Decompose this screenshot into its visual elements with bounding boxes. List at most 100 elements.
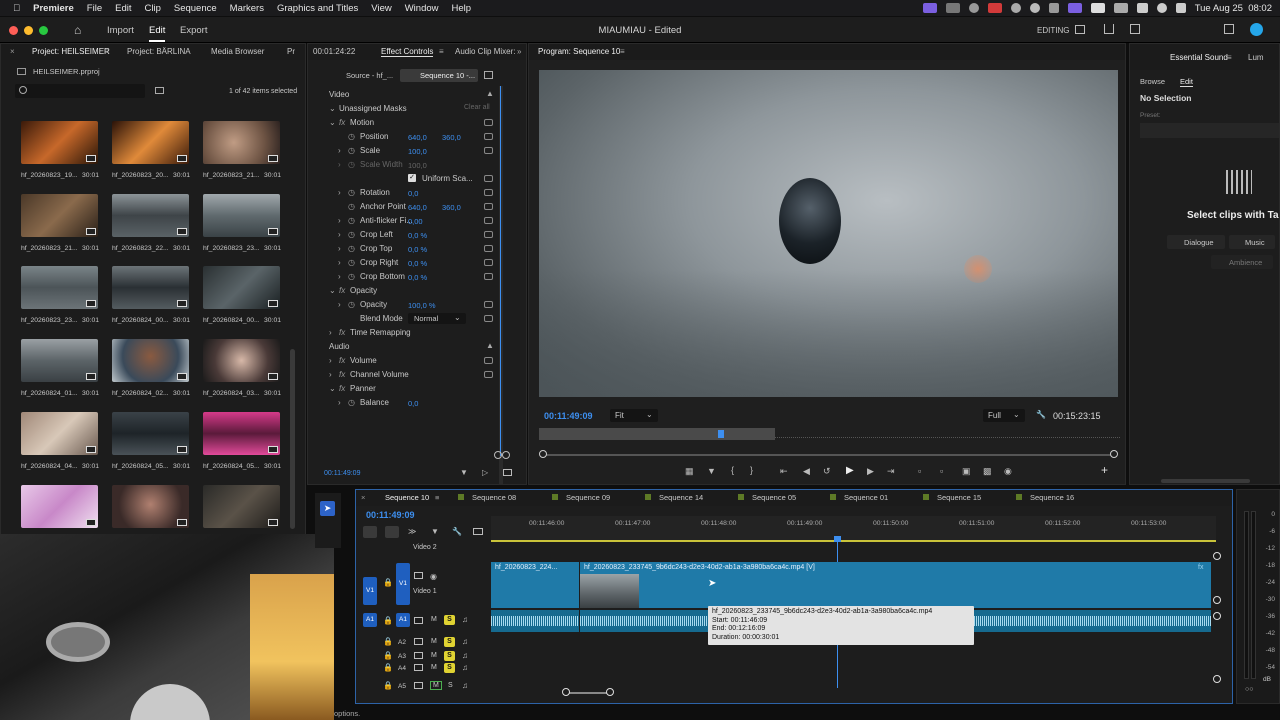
step-back-icon[interactable]: ◀ bbox=[803, 466, 810, 477]
chevron-right-icon[interactable]: › bbox=[338, 230, 341, 239]
sequence-tab[interactable]: Sequence 10 -... bbox=[400, 69, 478, 82]
program-playhead[interactable] bbox=[718, 430, 724, 438]
stopwatch-icon[interactable]: ◷ bbox=[348, 230, 355, 239]
fx-icon[interactable]: fx bbox=[339, 328, 345, 337]
tab-audio-clip-mixer[interactable]: Audio Clip Mixer: bbox=[455, 47, 515, 56]
sequence-menu-icon[interactable]: ≡ bbox=[435, 493, 439, 502]
mute-a3-button[interactable]: M bbox=[431, 652, 437, 659]
sync-lock-icon[interactable] bbox=[414, 664, 423, 671]
captions-icon[interactable] bbox=[473, 528, 483, 535]
go-to-in-icon[interactable]: ⇤ bbox=[780, 466, 788, 477]
crop-bottom-value[interactable]: 0,0 % bbox=[408, 273, 427, 282]
reset-icon[interactable] bbox=[484, 301, 493, 308]
lock-icon[interactable]: 🔒 bbox=[383, 637, 393, 646]
reset-icon[interactable] bbox=[484, 357, 493, 364]
media-thumbnail[interactable] bbox=[21, 266, 98, 309]
media-thumbnail[interactable] bbox=[203, 485, 280, 528]
rotation-value[interactable]: 0,0 bbox=[408, 189, 418, 198]
lock-icon[interactable]: 🔒 bbox=[383, 663, 393, 672]
apple-icon[interactable]:  bbox=[13, 3, 20, 14]
menu-graphics[interactable]: Graphics and Titles bbox=[277, 3, 358, 14]
tab-sequence-05[interactable]: Sequence 05 bbox=[738, 493, 796, 502]
zoom-handle[interactable] bbox=[494, 451, 502, 459]
video-clip-1[interactable]: hf_20260823_224... bbox=[491, 562, 579, 608]
linked-selection-icon[interactable]: ≫ bbox=[408, 527, 416, 536]
toggle-timeline-icon[interactable] bbox=[484, 71, 493, 79]
lock-icon[interactable]: 🔒 bbox=[383, 578, 393, 587]
status-icon-7[interactable] bbox=[1048, 3, 1059, 13]
menu-view[interactable]: View bbox=[371, 3, 391, 14]
timeline-ruler[interactable]: 00:11:46:00 00:11:47:00 00:11:48:00 00:11:4… bbox=[491, 516, 1216, 542]
tab-sequence-10[interactable]: Sequence 10 bbox=[385, 493, 429, 502]
reset-icon[interactable] bbox=[484, 189, 493, 196]
status-icon-3[interactable] bbox=[968, 3, 979, 13]
quick-export-icon[interactable] bbox=[1104, 24, 1114, 34]
stopwatch-icon[interactable]: ◷ bbox=[348, 132, 355, 141]
timeline-settings-icon[interactable]: 🔧 bbox=[452, 527, 462, 536]
status-icon-4[interactable] bbox=[987, 3, 1002, 13]
collapse-icon[interactable]: ▲ bbox=[486, 341, 494, 350]
marker-icon[interactable]: ▼ bbox=[707, 466, 716, 476]
chevron-right-icon[interactable]: › bbox=[338, 188, 341, 197]
project-tab-close[interactable]: × bbox=[10, 47, 15, 56]
program-mini-timeline[interactable] bbox=[539, 428, 775, 440]
play-audio-icon[interactable]: ▷ bbox=[482, 468, 488, 477]
status-icon-8[interactable] bbox=[1067, 3, 1082, 13]
mic-icon[interactable]: ♫ bbox=[462, 637, 468, 646]
workspace-label[interactable]: EDITING bbox=[1037, 26, 1069, 35]
zoom-handle-2[interactable] bbox=[502, 451, 510, 459]
wrench-icon[interactable]: 🔧 bbox=[1036, 410, 1046, 419]
lock-icon[interactable]: 🔒 bbox=[383, 681, 393, 690]
full-screen-icon[interactable] bbox=[1224, 24, 1234, 34]
sync-lock-icon[interactable] bbox=[414, 617, 423, 624]
solo-a2-button[interactable]: S bbox=[444, 637, 455, 647]
mic-icon[interactable]: ♫ bbox=[462, 615, 468, 624]
ambience-button[interactable]: Ambience bbox=[1211, 255, 1273, 269]
subtab-browse[interactable]: Browse bbox=[1140, 77, 1165, 86]
extract-icon[interactable]: ▫ bbox=[940, 466, 943, 476]
stopwatch-icon[interactable]: ◷ bbox=[348, 188, 355, 197]
stopwatch-icon[interactable]: ◷ bbox=[348, 398, 355, 407]
status-icon-5[interactable] bbox=[1010, 3, 1021, 13]
wifi-icon[interactable] bbox=[1136, 3, 1148, 13]
chevron-right-icon[interactable]: › bbox=[338, 258, 341, 267]
antiflicker-value[interactable]: 0,00 bbox=[408, 217, 423, 226]
chevron-down-icon[interactable]: ⌄ bbox=[329, 384, 336, 393]
solo-a1-button[interactable]: S bbox=[444, 615, 455, 625]
hscroll-handle-right[interactable] bbox=[606, 688, 614, 696]
status-icon-9[interactable] bbox=[1090, 3, 1105, 13]
fx-icon[interactable]: fx bbox=[339, 286, 345, 295]
go-to-out-icon[interactable]: ⇥ bbox=[887, 466, 895, 477]
media-thumbnail[interactable] bbox=[112, 485, 189, 528]
essential-scrollbar[interactable] bbox=[1161, 479, 1250, 483]
opacity-value[interactable]: 100,0 % bbox=[408, 301, 436, 310]
workspace-icon[interactable] bbox=[1075, 25, 1085, 34]
menu-clip[interactable]: Clip bbox=[144, 3, 160, 14]
lock-icon[interactable]: 🔒 bbox=[383, 616, 393, 625]
scale-value[interactable]: 100,0 bbox=[408, 147, 427, 156]
reset-icon[interactable] bbox=[484, 203, 493, 210]
blend-mode-select[interactable]: Normal ⌄ bbox=[408, 313, 466, 324]
export-icon[interactable] bbox=[503, 469, 512, 476]
sync-lock-icon[interactable] bbox=[414, 652, 423, 659]
add-button-icon[interactable]: + bbox=[1101, 463, 1108, 477]
chevron-down-icon[interactable]: ⌄ bbox=[329, 104, 336, 113]
status-icon-1[interactable] bbox=[922, 3, 937, 13]
sequence-tab-close[interactable]: × bbox=[361, 493, 365, 502]
program-timecode[interactable]: 00:11:49:09 bbox=[544, 411, 593, 421]
media-thumbnail[interactable] bbox=[203, 266, 280, 309]
control-center-icon[interactable] bbox=[1175, 3, 1186, 13]
quality-select[interactable]: Full ⌄ bbox=[983, 409, 1025, 422]
magnet-icon[interactable] bbox=[385, 526, 399, 538]
fx-icon[interactable]: fx bbox=[339, 356, 345, 365]
media-thumbnail[interactable] bbox=[21, 485, 98, 528]
eye-icon[interactable]: ◉ bbox=[430, 572, 437, 581]
media-thumbnail[interactable] bbox=[21, 412, 98, 455]
a1-source-patch[interactable]: A1 bbox=[363, 613, 377, 627]
insert-icon[interactable]: ▦ bbox=[685, 466, 694, 477]
new-bin-icon[interactable] bbox=[155, 87, 164, 94]
reset-icon[interactable] bbox=[484, 315, 493, 322]
anchor-x-value[interactable]: 640,0 bbox=[408, 203, 427, 212]
vr-icon[interactable]: ◉ bbox=[1004, 466, 1012, 477]
balance-value[interactable]: 0,0 bbox=[408, 399, 418, 408]
